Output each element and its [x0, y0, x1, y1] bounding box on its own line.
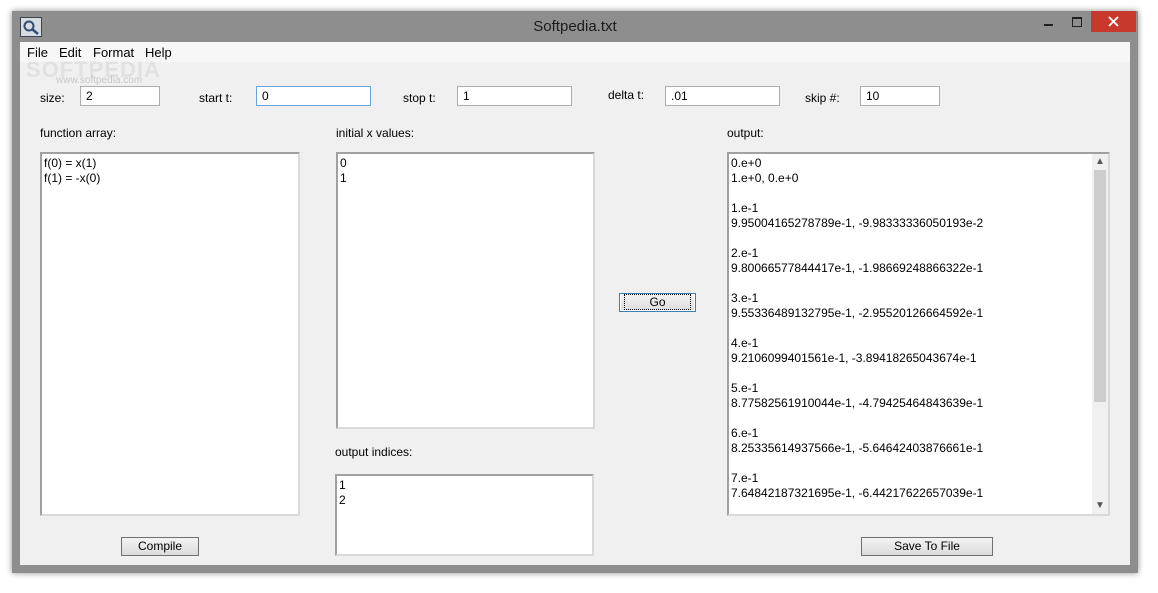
output-line: 2.e-1: [731, 246, 759, 260]
compile-button[interactable]: Compile: [121, 537, 199, 556]
initial-x-textarea[interactable]: 0 1: [336, 152, 595, 429]
output-line: 0.e+0: [731, 156, 762, 170]
close-button[interactable]: [1091, 11, 1136, 32]
minimize-button[interactable]: [1036, 11, 1062, 32]
menu-bar: File Edit Format Help: [20, 42, 1130, 62]
size-input[interactable]: [80, 86, 160, 106]
scroll-up-icon[interactable]: ▲: [1092, 154, 1108, 170]
size-label: size:: [40, 91, 65, 105]
output-line: 9.2106099401561e-1, -3.89418265043674e-1: [731, 351, 977, 365]
output-line: 7.e-1: [731, 471, 759, 485]
skip-label: skip #:: [805, 91, 840, 105]
initial-x-line: 0: [340, 156, 347, 170]
main-window: Softpedia.txt File Edit Format Help SOFT…: [12, 11, 1138, 573]
delta-t-label: delta t:: [608, 88, 645, 102]
maximize-button[interactable]: [1064, 11, 1090, 32]
function-line: f(1) = -x(0): [44, 171, 101, 185]
initial-x-line: 1: [340, 171, 347, 185]
output-line: 8.25335614937566e-1, -5.64642403876661e-…: [731, 441, 984, 455]
output-index-line: 1: [339, 478, 346, 492]
delta-t-input[interactable]: [665, 86, 780, 106]
output-indices-label: output indices:: [335, 445, 413, 459]
output-line: 6.e-1: [731, 426, 759, 440]
output-label: output:: [727, 126, 764, 140]
stop-t-label: stop t:: [403, 91, 436, 105]
output-line: 9.55336489132795e-1, -2.95520126664592e-…: [731, 306, 984, 320]
output-line: 9.95004165278789e-1, -9.98333336050193e-…: [731, 216, 984, 230]
save-to-file-button[interactable]: Save To File: [861, 537, 993, 556]
output-line: 8.77582561910044e-1, -4.79425464843639e-…: [731, 396, 984, 410]
function-array-label: function array:: [40, 126, 117, 140]
output-line: 5.e-1: [731, 381, 759, 395]
window-title: Softpedia.txt: [533, 18, 617, 35]
start-t-label: start t:: [199, 91, 233, 105]
output-scrollbar[interactable]: ▲ ▼: [1092, 154, 1108, 514]
go-button[interactable]: Go: [619, 293, 696, 312]
softpedia-watermark-url: www.softpedia.com: [56, 75, 143, 86]
function-array-textarea[interactable]: f(0) = x(1) f(1) = -x(0): [40, 152, 300, 516]
title-bar[interactable]: Softpedia.txt: [12, 11, 1138, 42]
scroll-thumb[interactable]: [1094, 170, 1106, 402]
skip-input[interactable]: [860, 86, 940, 106]
output-indices-textarea[interactable]: 1 2: [335, 474, 594, 556]
output-line: 1.e-1: [731, 201, 759, 215]
client-area: File Edit Format Help SOFTPEDIA www.soft…: [20, 42, 1130, 565]
stop-t-input[interactable]: [457, 86, 572, 106]
start-t-input[interactable]: [256, 86, 371, 106]
output-textarea[interactable]: 0.e+0 1.e+0, 0.e+0 1.e-1 9.9500416527878…: [727, 152, 1110, 516]
output-index-line: 2: [339, 493, 346, 507]
output-line: 4.e-1: [731, 336, 759, 350]
output-line: 9.80066577844417e-1, -1.98669248866322e-…: [731, 261, 984, 275]
close-icon: [1108, 16, 1119, 27]
initial-x-label: initial x values:: [336, 126, 415, 140]
output-line: 1.e+0, 0.e+0: [731, 171, 799, 185]
output-line: 3.e-1: [731, 291, 759, 305]
scroll-down-icon[interactable]: ▼: [1092, 498, 1108, 514]
output-line: 7.64842187321695e-1, -6.44217622657039e-…: [731, 486, 984, 500]
function-line: f(0) = x(1): [44, 156, 97, 170]
go-button-label: Go: [624, 294, 691, 310]
